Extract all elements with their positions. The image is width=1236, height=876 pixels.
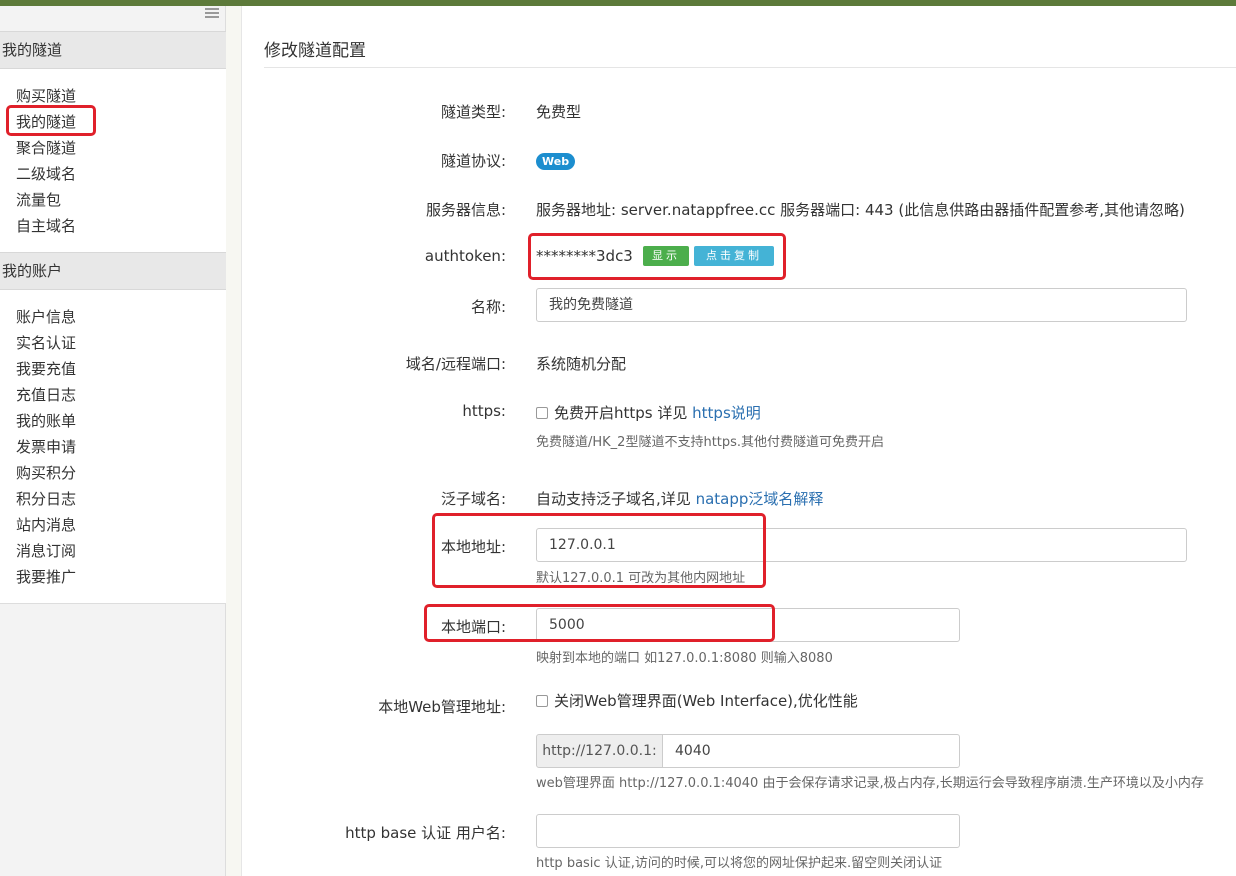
sidebar-item-verification[interactable]: 实名认证: [0, 330, 226, 356]
sidebar-item-recharge[interactable]: 我要充值: [0, 356, 226, 382]
highlight-box-authtoken: [528, 233, 786, 280]
sidebar-section-tunnels[interactable]: 我的隧道: [0, 31, 226, 69]
basic-auth-username-input[interactable]: [536, 814, 960, 848]
sidebar-item-subdomain[interactable]: 二级域名: [0, 161, 226, 187]
wildcard-label: 泛子域名:: [440, 490, 506, 508]
protocol-badge: Web: [536, 153, 576, 170]
web-admin-checkbox[interactable]: [536, 695, 548, 707]
https-checkbox-text: 免费开启https 详见: [554, 404, 688, 422]
sidebar-item-invoice[interactable]: 发票申请: [0, 434, 226, 460]
web-admin-label: 本地Web管理地址:: [378, 698, 506, 716]
sidebar-item-traffic-pack[interactable]: 流量包: [0, 187, 226, 213]
sidebar: 我的隧道 购买隧道 我的隧道 聚合隧道 二级域名 流量包 自主域名 我的账户 账…: [0, 6, 226, 876]
highlight-box-local-address: [432, 513, 766, 588]
sidebar-item-messages[interactable]: 站内消息: [0, 512, 226, 538]
sidebar-item-bills[interactable]: 我的账单: [0, 408, 226, 434]
highlight-box-my-tunnels: [6, 105, 96, 136]
page-title: 修改隧道配置: [264, 41, 366, 61]
tunnel-type-value: 免费型: [536, 103, 582, 121]
wildcard-text: 自动支持泛子域名,详见: [536, 490, 691, 508]
name-label: 名称:: [470, 298, 506, 316]
wildcard-doc-link[interactable]: natapp泛域名解释: [696, 490, 824, 508]
web-admin-checkbox-text: 关闭Web管理界面(Web Interface),优化性能: [554, 692, 858, 710]
sidebar-item-subscriptions[interactable]: 消息订阅: [0, 538, 226, 564]
title-divider: [264, 67, 1236, 68]
name-input[interactable]: 我的免费隧道: [536, 288, 1187, 322]
basic-auth-label: http base 认证 用户名:: [345, 824, 506, 842]
sidebar-item-promotion[interactable]: 我要推广: [0, 564, 226, 590]
main-content: 修改隧道配置 隧道类型: 免费型 隧道协议: Web 服务器信息: 服务器地址:…: [243, 6, 1236, 876]
sidebar-item-buy-points[interactable]: 购买积分: [0, 460, 226, 486]
sidebar-item-custom-domain[interactable]: 自主域名: [0, 213, 226, 239]
sidebar-account-list: 账户信息 实名认证 我要充值 充值日志 我的账单 发票申请 购买积分 积分日志 …: [0, 290, 226, 604]
domain-port-value: 系统随机分配: [536, 355, 627, 373]
server-info-value: 服务器地址: server.natappfree.cc 服务器端口: 443 (…: [536, 201, 1185, 219]
local-port-help: 映射到本地的端口 如127.0.0.1:8080 则输入8080: [536, 651, 833, 666]
domain-port-label: 域名/远程端口:: [405, 355, 506, 373]
protocol-label: 隧道协议:: [440, 152, 506, 170]
server-info-label: 服务器信息:: [425, 201, 506, 219]
highlight-box-local-port: [424, 604, 775, 642]
sidebar-item-aggregate-tunnel[interactable]: 聚合隧道: [0, 135, 226, 161]
sidebar-item-recharge-log[interactable]: 充值日志: [0, 382, 226, 408]
authtoken-label: authtoken:: [424, 247, 506, 265]
sidebar-item-account-info[interactable]: 账户信息: [0, 304, 226, 330]
sidebar-section-account[interactable]: 我的账户: [0, 252, 226, 290]
sidebar-divider: [226, 6, 242, 876]
menu-toggle-icon[interactable]: [205, 8, 219, 18]
sidebar-item-points-log[interactable]: 积分日志: [0, 486, 226, 512]
https-label: https:: [462, 402, 506, 420]
sidebar-tunnels-list: 购买隧道 我的隧道 聚合隧道 二级域名 流量包 自主域名: [0, 69, 226, 253]
tunnel-type-label: 隧道类型:: [440, 103, 506, 121]
https-checkbox[interactable]: [536, 407, 548, 419]
https-doc-link[interactable]: https说明: [692, 404, 761, 422]
web-admin-help: web管理界面 http://127.0.0.1:4040 由于会保存请求记录,…: [536, 776, 1204, 791]
https-help: 免费隧道/HK_2型隧道不支持https.其他付费隧道可免费开启: [536, 435, 885, 450]
web-admin-port-input[interactable]: 4040: [662, 734, 960, 768]
basic-auth-help: http basic 认证,访问的时候,可以将您的网址保护起来.留空则关闭认证: [536, 856, 943, 871]
web-admin-prefix: http://127.0.0.1:: [536, 734, 663, 768]
